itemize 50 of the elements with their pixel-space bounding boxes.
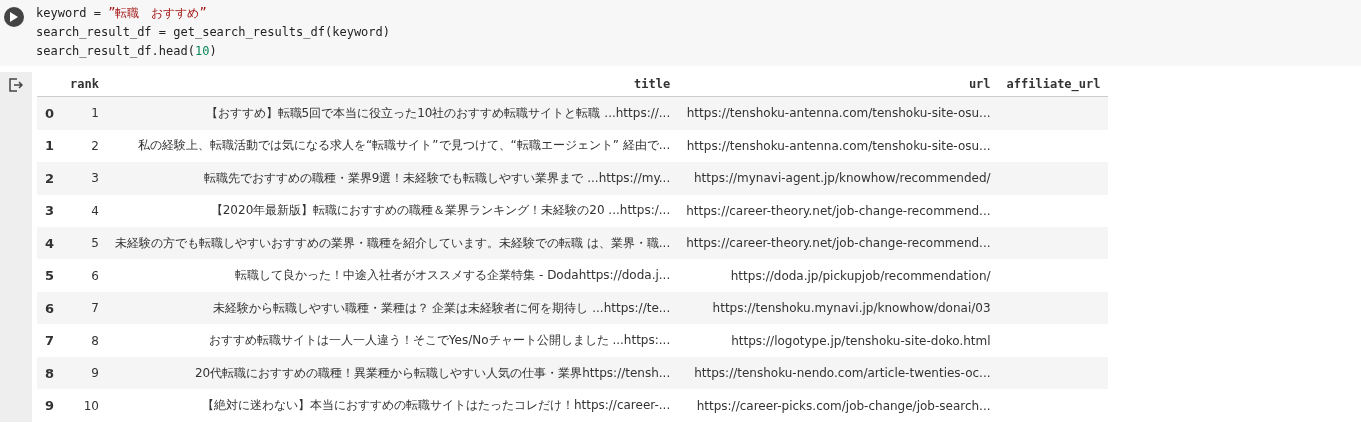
table-cell: 【2020年最新版】転職におすすめの職種＆業界ランキング！未経験の20 ...https:/... xyxy=(210,203,671,218)
table-cell: https://logotype.jp/tenshoku-site-doko.html xyxy=(731,333,991,348)
table-cell: 私の経験上、転職活動では気になる求人を“転職サイト”で見つけて、“転職エージェント” 経由で... xyxy=(138,138,671,153)
table-cell: 9 xyxy=(91,366,99,381)
code-line: search_result_df.head(10) xyxy=(36,43,218,60)
table-cell: 【おすすめ】転職5回で本当に役立った10社のおすすめ転職サイトと転職 ...https://... xyxy=(205,105,671,120)
table-cell: 2 xyxy=(91,138,99,153)
table-cell: https://career-theory.net/job-change-recommend... xyxy=(686,203,991,218)
code-line: search_result_df = get_search_results_df(keyword) xyxy=(36,24,390,41)
row-index: 7 xyxy=(45,333,55,349)
table-cell: 【絶対に迷わない】本当におすすめの転職サイトはたったコレだけ！https://career-... xyxy=(201,398,671,413)
table-cell: 6 xyxy=(91,268,99,283)
table-cell: https://tenshoku-antenna.com/tenshoku-site-osu... xyxy=(686,138,991,153)
table-cell: https://doda.jp/pickupjob/recommendation/ xyxy=(730,268,991,283)
table-cell: 3 xyxy=(91,171,99,186)
table-cell: https://career-picks.com/job-change/job-search... xyxy=(696,398,991,413)
table-cell: https://tenshoku.mynavi.jp/knowhow/donai/03 xyxy=(712,301,991,316)
run-button[interactable] xyxy=(4,7,24,27)
table-cell: https://tenshoku-nendo.com/article-twenties-oc... xyxy=(694,366,991,381)
row-index: 4 xyxy=(45,235,55,251)
row-index: 9 xyxy=(45,398,55,414)
column-header: title xyxy=(634,77,671,91)
output-icon xyxy=(9,78,23,92)
row-index: 2 xyxy=(45,170,55,186)
table-cell: 20代転職におすすめの職種！異業種から転職しやすい人気の仕事・業界https://tensh... xyxy=(194,365,671,380)
table-cell: 5 xyxy=(91,236,99,251)
table-cell: 8 xyxy=(91,333,99,348)
table-cell: https://career-theory.net/job-change-recommend... xyxy=(686,236,991,251)
table-cell: 転職して良かった！中途入社者がオススメする企業特集 - Dodahttps://doda.j... xyxy=(235,268,671,283)
table-cell: https://mynavi-agent.jp/knowhow/recommended/ xyxy=(694,171,991,186)
row-index: 8 xyxy=(45,365,55,381)
table-cell: 未経験の方でも転職しやすいおすすめの業界・職種を紹介しています。未経験での転職 は、業界・職... xyxy=(114,235,671,250)
table-cell: 転職先でおすすめの職種・業界9選！未経験でも転職しやすい業界まで ...https://my... xyxy=(203,170,671,185)
table-cell: 1 xyxy=(91,106,99,121)
column-header: url xyxy=(968,77,991,91)
row-index: 6 xyxy=(45,300,55,316)
table-cell: 7 xyxy=(91,301,99,316)
row-index: 5 xyxy=(45,268,55,284)
table-cell: https://tenshoku-antenna.com/tenshoku-site-osu... xyxy=(686,106,991,121)
play-icon xyxy=(10,12,18,22)
table-cell: 未経験から転職しやすい職種・業種は？ 企業は未経験者に何を期待し ...https://te... xyxy=(212,300,671,315)
column-header: affiliate_url xyxy=(1006,77,1101,91)
row-index: 1 xyxy=(45,138,55,154)
code-line: keyword = ”転職 おすすめ” xyxy=(36,5,208,22)
column-header: rank xyxy=(70,77,99,91)
row-index: 3 xyxy=(45,203,55,219)
table-cell: 4 xyxy=(91,203,99,218)
table-cell: おすすめ転職サイトは一人一人違う！そこでYes/Noチャート公開しました ...https:... xyxy=(208,333,671,348)
table-cell: 10 xyxy=(83,398,99,413)
row-index: 0 xyxy=(45,105,55,121)
